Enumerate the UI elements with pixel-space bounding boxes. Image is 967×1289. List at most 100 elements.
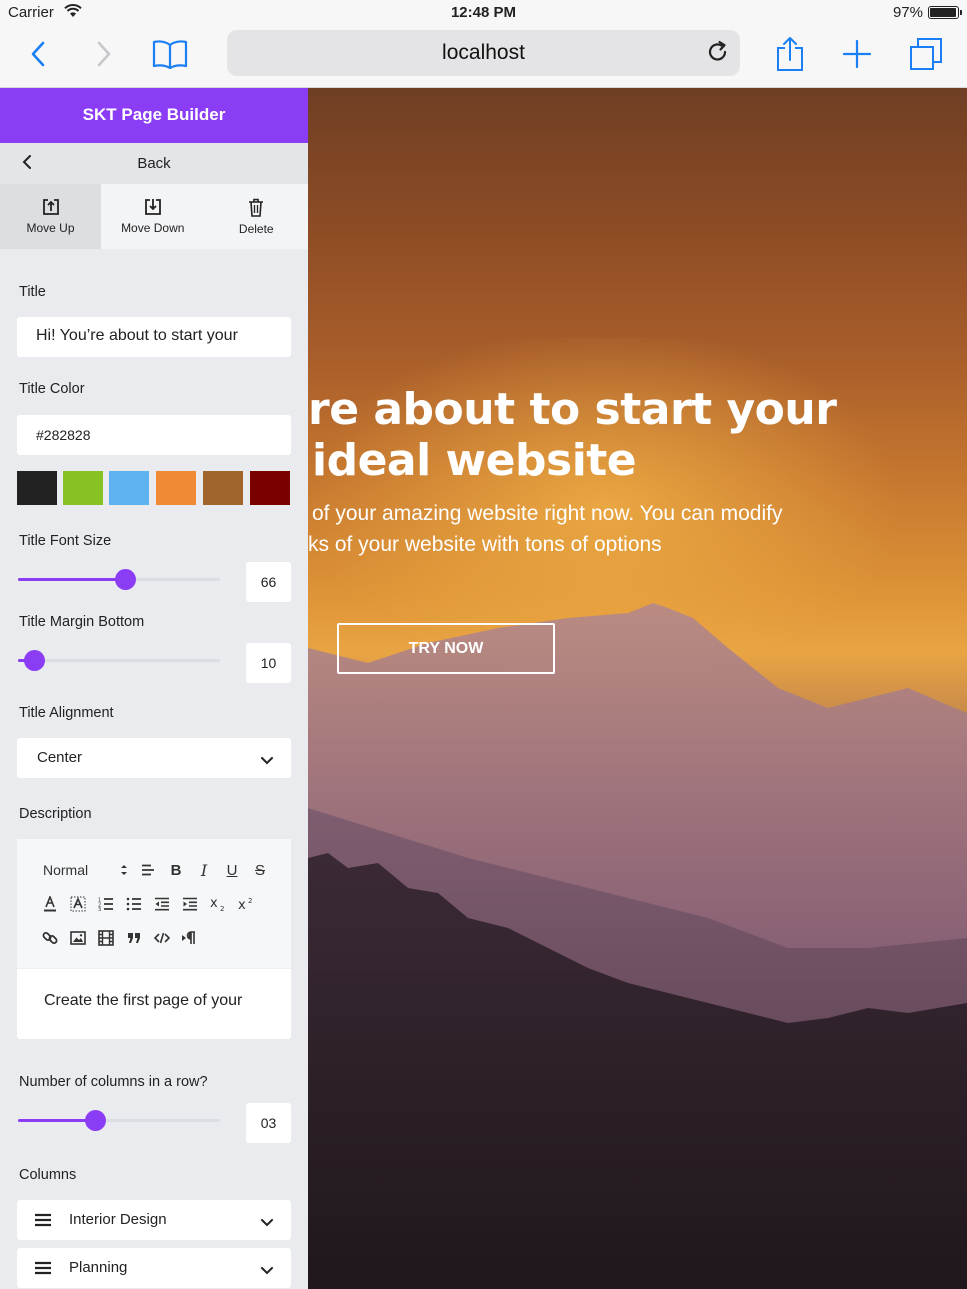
description-label: Description bbox=[19, 806, 92, 822]
title-color-input[interactable]: #282828 bbox=[17, 415, 291, 455]
back-arrow-icon[interactable] bbox=[18, 32, 58, 76]
hero-title-line-2: ideal website bbox=[312, 435, 637, 486]
bookmarks-icon[interactable] bbox=[150, 32, 190, 76]
code-icon[interactable] bbox=[151, 928, 173, 948]
bold-icon[interactable]: B bbox=[165, 860, 187, 880]
slider-thumb[interactable] bbox=[115, 569, 137, 590]
link-icon[interactable] bbox=[39, 928, 61, 948]
title-margin-bottom-slider[interactable] bbox=[18, 650, 220, 671]
back-button[interactable]: Back bbox=[0, 143, 308, 184]
hero-title-line-1: re about to start your bbox=[308, 384, 837, 435]
hero-background-image bbox=[308, 338, 967, 1289]
svg-text:2: 2 bbox=[220, 905, 224, 912]
hero-preview: re about to start your ideal website of … bbox=[308, 88, 967, 1289]
slider-fill bbox=[18, 578, 126, 581]
column-item-label: Planning bbox=[69, 1259, 128, 1276]
move-down-button[interactable]: Move Down bbox=[101, 184, 205, 249]
hero-description-line-2: ks of your website with tons of options bbox=[308, 533, 662, 556]
text-color-icon[interactable] bbox=[39, 894, 61, 914]
columns-per-row-label: Number of columns in a row? bbox=[19, 1074, 208, 1090]
bullet-list-icon[interactable] bbox=[123, 894, 145, 914]
color-swatch-blue[interactable] bbox=[109, 471, 149, 505]
move-up-label: Move Up bbox=[26, 221, 75, 235]
new-tab-icon[interactable] bbox=[837, 32, 877, 76]
delete-button[interactable]: Delete bbox=[205, 184, 309, 249]
color-swatch-maroon[interactable] bbox=[250, 471, 290, 505]
delete-label: Delete bbox=[238, 221, 274, 236]
color-swatch-orange[interactable] bbox=[156, 471, 196, 505]
address-bar[interactable]: localhost bbox=[227, 30, 740, 76]
status-bar: Carrier 12:48 PM 97% bbox=[0, 0, 967, 26]
panel-title: SKT Page Builder bbox=[0, 88, 308, 143]
title-font-size-slider[interactable] bbox=[18, 569, 220, 590]
tabs-overview-icon[interactable] bbox=[906, 32, 946, 76]
back-label: Back bbox=[137, 155, 171, 172]
page-builder-panel: SKT Page Builder Back Move Up Move Down … bbox=[0, 88, 308, 1289]
move-up-icon bbox=[42, 199, 59, 215]
superscript-icon[interactable]: x2 bbox=[235, 894, 257, 914]
image-icon[interactable] bbox=[67, 928, 89, 948]
move-down-icon bbox=[144, 199, 161, 215]
color-swatch-black[interactable] bbox=[17, 471, 57, 505]
move-up-button[interactable]: Move Up bbox=[0, 184, 101, 249]
underline-icon[interactable]: U bbox=[221, 860, 243, 880]
battery-icon bbox=[928, 6, 962, 19]
italic-icon[interactable]: I bbox=[193, 860, 215, 880]
svg-text:x: x bbox=[210, 896, 218, 911]
format-select[interactable]: Normal bbox=[43, 860, 103, 880]
blockquote-icon[interactable] bbox=[123, 928, 145, 948]
slider-thumb[interactable] bbox=[24, 650, 46, 671]
editor-toolbar: Normal B I U S 123 x 2 x 2 bbox=[17, 839, 291, 969]
color-swatch-brown[interactable] bbox=[203, 471, 243, 505]
battery-percent: 97% bbox=[892, 4, 923, 21]
drag-handle-icon[interactable] bbox=[34, 1261, 52, 1279]
hero-description-line-1: of your amazing website right now. You c… bbox=[312, 502, 783, 525]
title-alignment-label: Title Alignment bbox=[19, 705, 114, 721]
highlight-icon[interactable] bbox=[67, 894, 89, 914]
description-content[interactable]: Create the first page of your bbox=[44, 992, 242, 1010]
text-direction-icon[interactable] bbox=[179, 928, 201, 948]
drag-handle-icon[interactable] bbox=[34, 1213, 52, 1231]
title-input[interactable]: Hi! You’re about to start your bbox=[17, 317, 291, 357]
column-item-interior-design[interactable]: Interior Design bbox=[17, 1200, 291, 1240]
columns-per-row-value[interactable]: 03 bbox=[246, 1103, 291, 1143]
title-color-label: Title Color bbox=[19, 381, 85, 397]
trash-icon bbox=[249, 198, 264, 217]
try-now-button[interactable]: TRY NOW bbox=[337, 623, 555, 674]
slider-thumb[interactable] bbox=[84, 1110, 106, 1131]
subscript-icon[interactable]: x2 bbox=[207, 894, 229, 914]
outdent-icon[interactable] bbox=[151, 894, 173, 914]
move-down-label: Move Down bbox=[121, 221, 185, 235]
description-editor: Normal B I U S 123 x 2 x 2 Create the fi… bbox=[17, 839, 291, 1039]
chevron-down-icon[interactable] bbox=[261, 1262, 273, 1279]
title-alignment-select[interactable]: Center bbox=[17, 738, 291, 778]
column-item-planning[interactable]: Planning bbox=[17, 1248, 291, 1288]
title-font-size-label: Title Font Size bbox=[19, 533, 112, 549]
columns-label: Columns bbox=[19, 1167, 77, 1183]
align-icon[interactable] bbox=[137, 860, 159, 880]
color-swatch-green[interactable] bbox=[63, 471, 103, 505]
ordered-list-icon[interactable]: 123 bbox=[95, 894, 117, 914]
slider-fill bbox=[18, 1119, 95, 1122]
browser-toolbar: localhost bbox=[0, 26, 967, 88]
column-item-label: Interior Design bbox=[69, 1211, 167, 1228]
url-text: localhost bbox=[442, 41, 525, 64]
format-select-value: Normal bbox=[43, 862, 89, 878]
clock: 12:48 PM bbox=[450, 4, 517, 21]
title-font-size-value[interactable]: 66 bbox=[246, 562, 291, 602]
video-icon[interactable] bbox=[95, 928, 117, 948]
columns-per-row-slider[interactable] bbox=[18, 1110, 220, 1131]
svg-text:3: 3 bbox=[98, 907, 101, 911]
title-margin-bottom-label: Title Margin Bottom bbox=[19, 614, 145, 630]
strike-icon[interactable]: S bbox=[249, 860, 271, 880]
indent-icon[interactable] bbox=[179, 894, 201, 914]
title-margin-bottom-value[interactable]: 10 bbox=[246, 643, 291, 683]
block-actions: Move Up Move Down Delete bbox=[0, 184, 308, 249]
chevron-down-icon[interactable] bbox=[261, 1214, 273, 1231]
forward-arrow-icon[interactable] bbox=[84, 32, 124, 76]
format-select-arrows-icon[interactable] bbox=[113, 860, 135, 880]
chevron-down-icon bbox=[261, 752, 273, 769]
reload-icon[interactable] bbox=[706, 40, 730, 69]
title-label: Title bbox=[19, 284, 46, 300]
share-icon[interactable] bbox=[770, 32, 810, 76]
